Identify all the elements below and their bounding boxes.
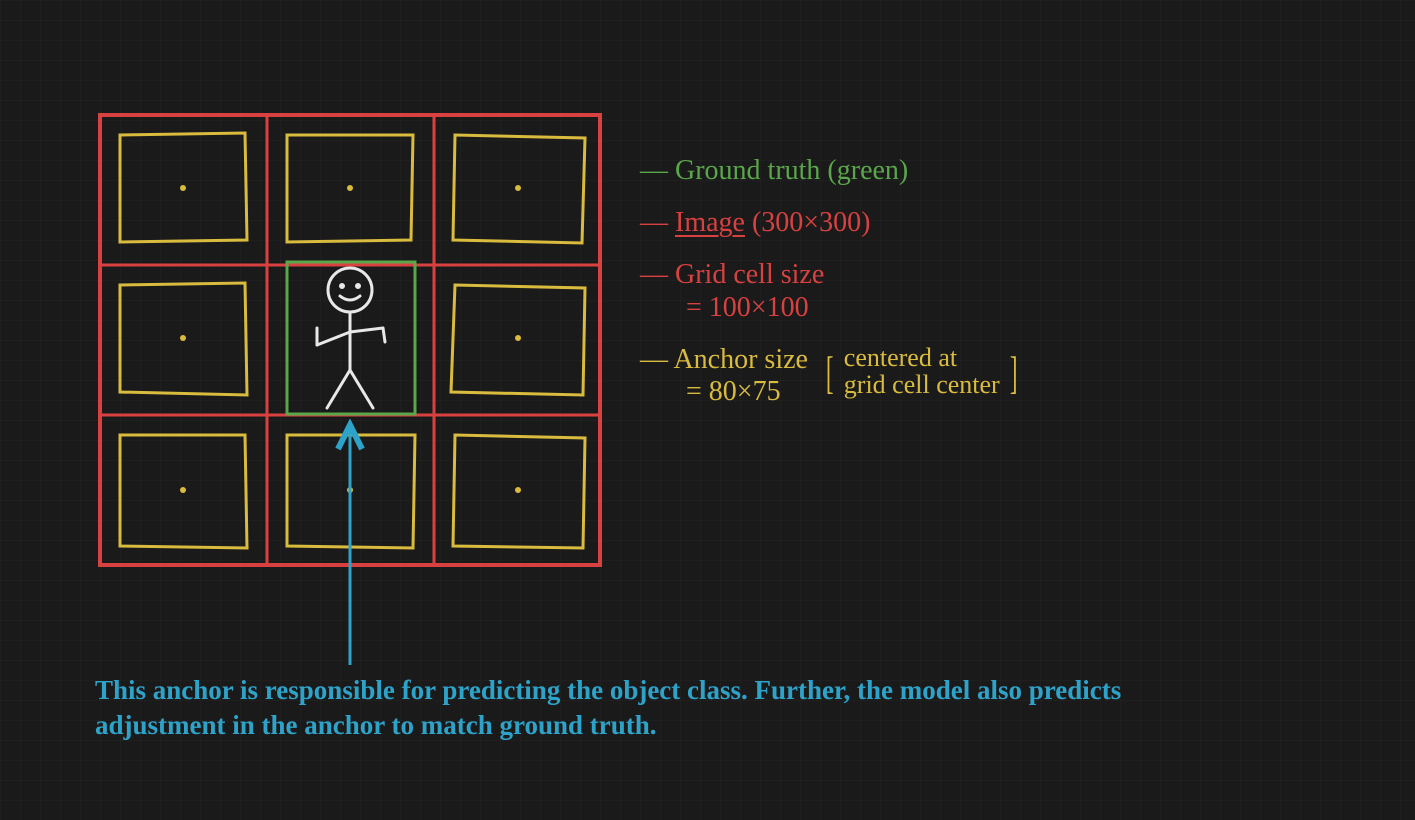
- grid-diagram: [95, 110, 605, 570]
- legend-ground-truth: — Ground truth (green): [640, 155, 1380, 187]
- legend-image-prefix: —: [640, 207, 675, 238]
- anchor-note-line1: centered at: [844, 343, 957, 372]
- legend-anchor: — Anchor size = 80×75 [ centered at grid…: [640, 344, 1380, 408]
- legend-grid-cell: — Grid cell size = 100×100: [640, 259, 1380, 323]
- arrow-caption: This anchor is responsible for predictin…: [95, 673, 1145, 743]
- stick-figure: [317, 268, 385, 408]
- diagram-svg: [95, 110, 605, 570]
- legend-anchor-line2: = 80×75: [640, 376, 808, 408]
- legend-image-word: Image: [675, 207, 745, 238]
- anchor-boxes: [120, 133, 585, 548]
- anchor-note-line2: grid cell center: [844, 370, 1000, 399]
- legend: — Ground truth (green) — Image (300×300)…: [640, 155, 1380, 428]
- legend-anchor-line1: — Anchor size: [640, 344, 808, 375]
- legend-image: — Image (300×300): [640, 207, 1380, 239]
- legend-image-suffix: (300×300): [745, 207, 870, 238]
- legend-grid-cell-line2: = 100×100: [640, 292, 1380, 324]
- legend-grid-cell-line1: — Grid cell size: [640, 259, 824, 290]
